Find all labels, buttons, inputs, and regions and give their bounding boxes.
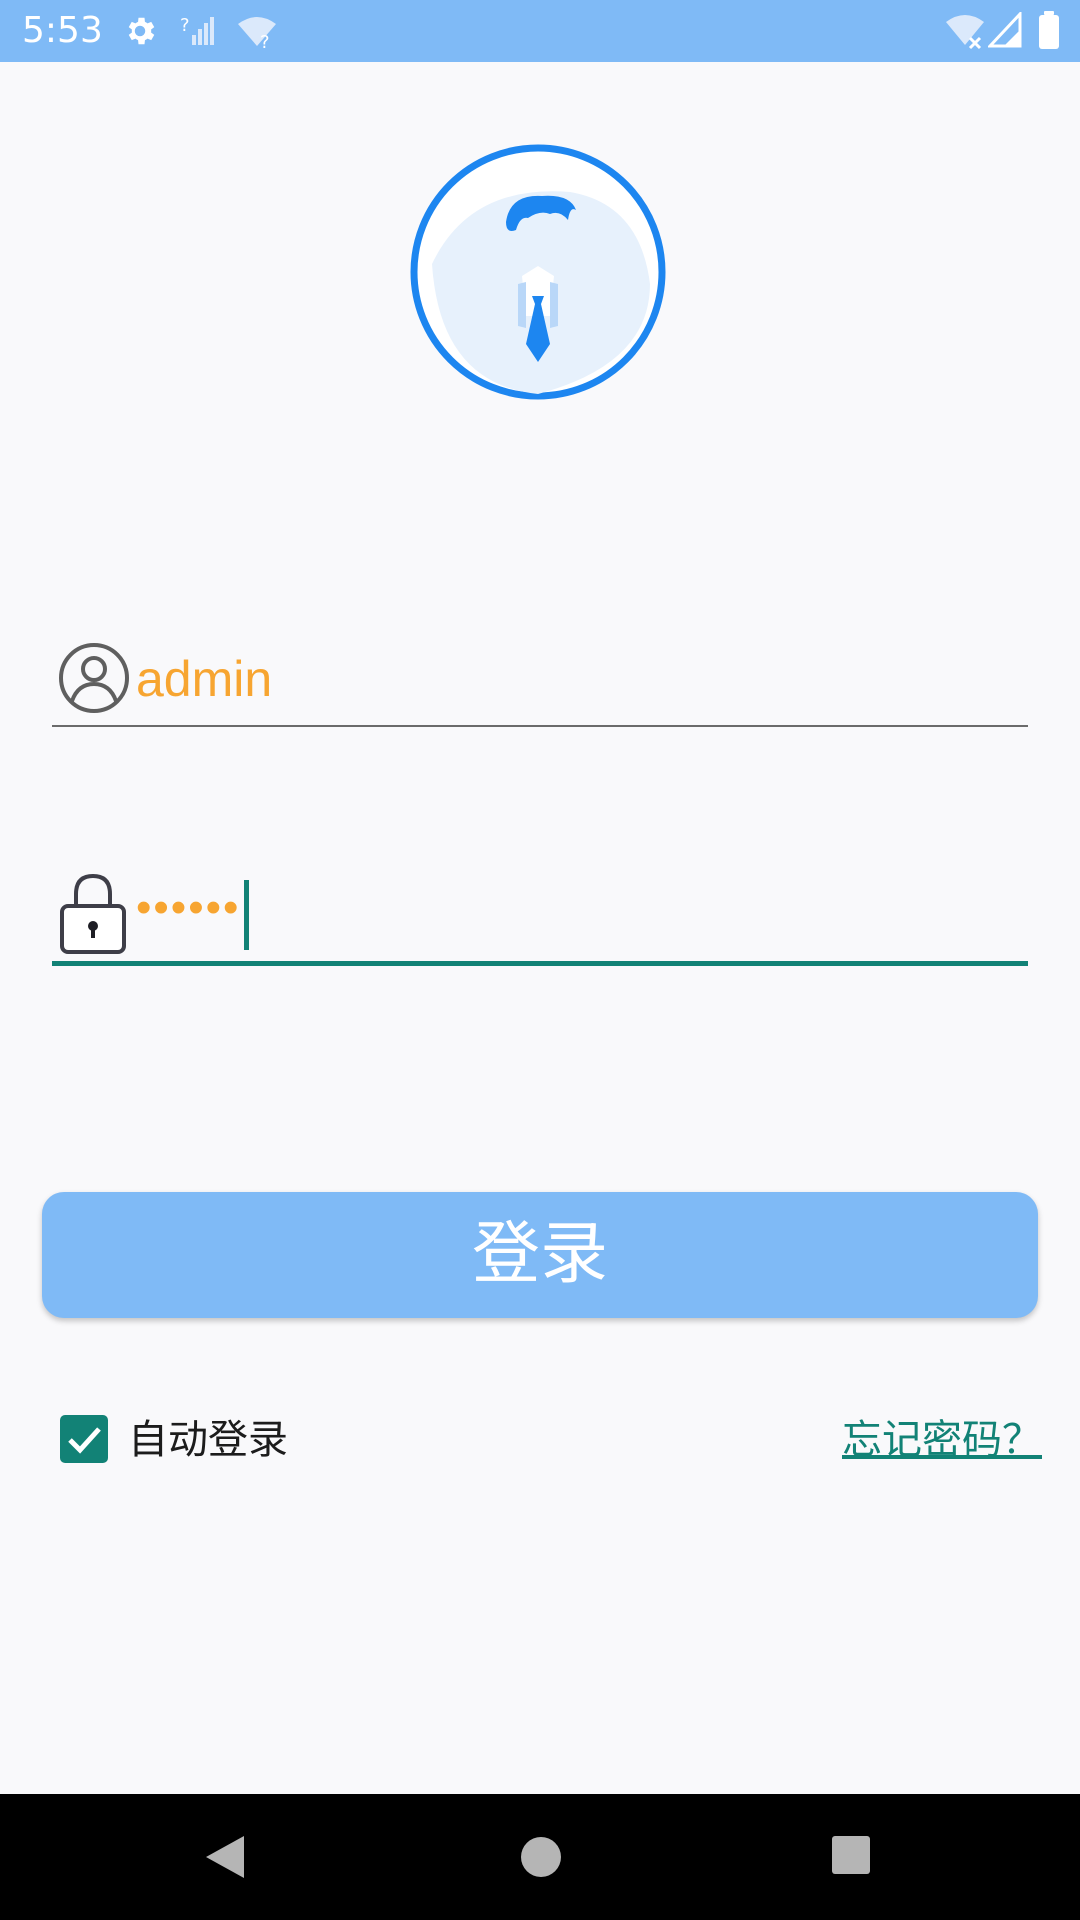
user-icon xyxy=(59,643,129,713)
forgot-password-link[interactable]: 忘记密码？ xyxy=(842,1414,1042,1466)
user-avatar-icon xyxy=(410,144,666,400)
recents-icon[interactable] xyxy=(830,1834,872,1876)
auto-login-checkbox[interactable] xyxy=(60,1415,108,1463)
auto-login-label: 自动登录 xyxy=(128,1417,288,1463)
text-cursor xyxy=(244,880,249,950)
checkmark-icon xyxy=(68,1427,101,1454)
battery-icon xyxy=(1039,11,1059,49)
gear-icon xyxy=(128,17,155,45)
wifi-unknown-icon: ? xyxy=(238,17,276,50)
lock-icon xyxy=(60,873,126,954)
cell-signal-icon xyxy=(988,12,1022,48)
wifi-off-icon xyxy=(946,15,984,50)
home-icon[interactable] xyxy=(518,1834,564,1880)
status-time: 5:53 xyxy=(22,10,103,51)
status-bar: 5:53 ? ? xyxy=(0,0,1080,62)
svg-text:?: ? xyxy=(260,32,270,50)
svg-text:?: ? xyxy=(180,15,190,36)
username-field[interactable]: admin xyxy=(52,640,1028,727)
back-icon[interactable] xyxy=(204,1834,246,1880)
username-input[interactable]: admin xyxy=(136,650,272,708)
login-button[interactable]: 登录 xyxy=(42,1192,1038,1318)
password-field[interactable]: •••••• xyxy=(52,868,1028,966)
password-input[interactable]: •••••• xyxy=(136,868,240,948)
signal-unknown-icon: ? xyxy=(180,15,214,45)
navigation-bar xyxy=(0,1794,1080,1920)
